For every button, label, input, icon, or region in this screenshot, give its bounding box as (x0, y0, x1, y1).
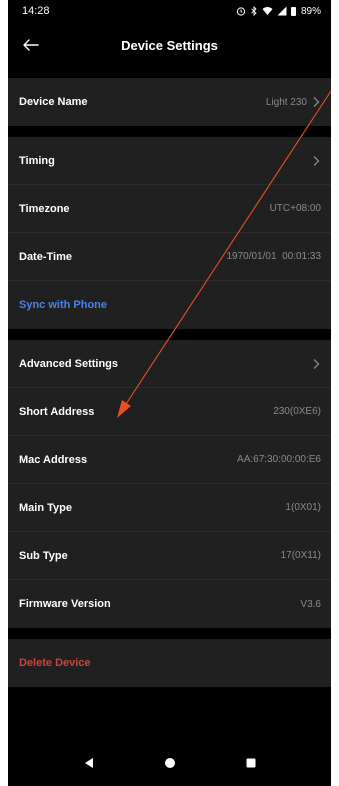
nav-home-button[interactable] (155, 748, 185, 778)
app-header: Device Settings (8, 22, 331, 68)
recents-square-icon (246, 758, 255, 768)
nav-back-button[interactable] (74, 748, 104, 778)
battery-icon (290, 6, 296, 16)
timing-value-group (311, 155, 321, 167)
mac-address-row: Mac Address AA:67:30:00:00:E6 (8, 436, 331, 484)
main-type-row: Main Type 1(0X01) (8, 484, 331, 532)
device-name-label: Device Name (19, 96, 88, 108)
mac-address-value: AA:67:30:00:00:E6 (237, 454, 321, 465)
alarm-icon (236, 7, 246, 16)
timing-row[interactable]: Timing (8, 137, 331, 185)
sub-type-value: 17(0X11) (280, 550, 321, 561)
timing-label: Timing (19, 154, 55, 167)
main-type-value: 1(0X01) (285, 502, 321, 513)
sync-with-phone-button[interactable]: Sync with Phone (19, 299, 107, 311)
chevron-right-icon (313, 358, 320, 369)
advanced-settings-value-group (311, 358, 321, 370)
sub-type-row: Sub Type 17(0X11) (8, 532, 331, 580)
delete-device-button[interactable]: Delete Device (19, 657, 91, 669)
mac-address-label: Mac Address (19, 453, 88, 466)
advanced-settings-row[interactable]: Advanced Settings (8, 340, 331, 388)
section-gap (8, 628, 331, 639)
timezone-row: Timezone UTC+08:00 (8, 185, 331, 233)
device-name-value-group: Light 230 (266, 96, 321, 108)
status-bar: 14:28 89% (8, 0, 331, 22)
back-button[interactable] (18, 32, 44, 58)
time-section: Timing Timezone UTC+08:00 Date-Time 1970… (8, 137, 331, 329)
firmware-version-value: V3.6 (300, 598, 321, 610)
section-gap (8, 126, 331, 137)
status-icons: 89% (236, 6, 321, 17)
datetime-value: 1970/01/01 00:01:33 (226, 251, 321, 262)
firmware-version-label: Firmware Version (19, 598, 111, 610)
device-name-value: Light 230 (265, 96, 307, 108)
section-gap (8, 329, 331, 340)
home-circle-icon (164, 758, 175, 768)
device-name-section: Device Name Light 230 (8, 78, 331, 126)
page-title: Device Settings (121, 37, 218, 53)
signal-icon (277, 6, 287, 16)
timezone-label: Timezone (19, 202, 70, 215)
bluetooth-icon (251, 6, 257, 16)
datetime-label: Date-Time (19, 250, 72, 263)
chevron-right-icon (313, 155, 320, 166)
datetime-row: Date-Time 1970/01/01 00:01:33 (8, 233, 331, 281)
advanced-settings-label: Advanced Settings (19, 357, 119, 370)
nav-recents-button[interactable] (236, 748, 266, 778)
wifi-icon (262, 7, 273, 15)
timezone-value: UTC+08:00 (269, 203, 321, 214)
danger-section: Delete Device (8, 639, 331, 687)
arrow-left-icon (23, 39, 39, 51)
battery-percent: 89% (300, 5, 321, 17)
delete-device-row[interactable]: Delete Device (8, 639, 331, 687)
section-gap (8, 68, 331, 78)
chevron-right-icon (313, 97, 320, 107)
status-time: 14:28 (22, 5, 50, 17)
short-address-label: Short Address (19, 405, 95, 418)
phone-screen: 14:28 89% Device Settings Device Name Li… (8, 0, 331, 786)
device-name-row[interactable]: Device Name Light 230 (8, 78, 331, 126)
short-address-value: 230(0XE6) (273, 406, 321, 417)
main-type-label: Main Type (19, 501, 72, 514)
sub-type-label: Sub Type (19, 549, 68, 562)
firmware-version-row: Firmware Version V3.6 (8, 580, 331, 628)
system-nav-bar (8, 740, 331, 786)
advanced-section: Advanced Settings Short Address 230(0XE6… (8, 340, 331, 628)
short-address-row: Short Address 230(0XE6) (8, 388, 331, 436)
sync-with-phone-row[interactable]: Sync with Phone (8, 281, 331, 329)
back-triangle-icon (84, 758, 93, 768)
